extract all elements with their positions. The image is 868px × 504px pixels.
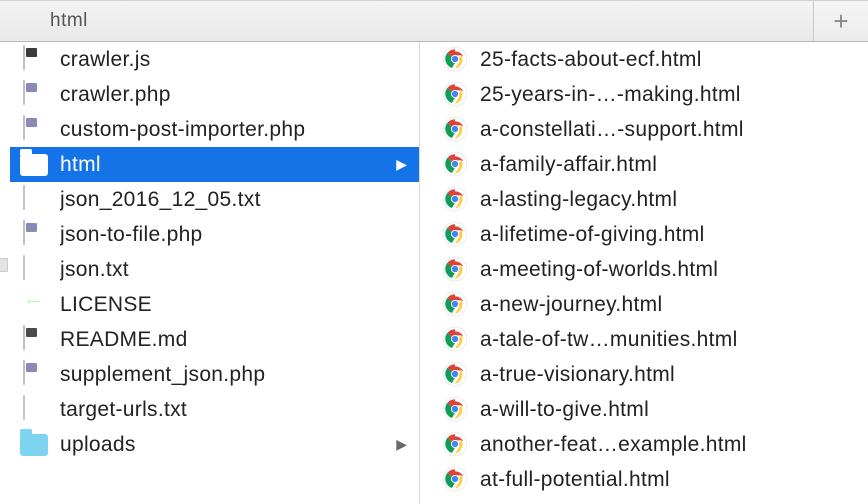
file-label: json.txt: [60, 258, 411, 282]
chrome-html-icon: [440, 291, 468, 319]
file-label: a-true-visionary.html: [480, 363, 860, 387]
file-label: json_2016_12_05.txt: [60, 188, 411, 212]
file-label: 25-facts-about-ecf.html: [480, 48, 860, 72]
file-label: uploads: [60, 433, 384, 457]
txt-file-icon: [20, 186, 48, 214]
title-bar: html +: [0, 0, 868, 42]
file-row[interactable]: a-meeting-of-worlds.html: [420, 252, 868, 287]
file-row[interactable]: supplement_json.php: [0, 357, 419, 392]
chrome-html-icon: [440, 81, 468, 109]
file-row[interactable]: json.txt: [0, 252, 419, 287]
file-row[interactable]: a-lifetime-of-giving.html: [420, 217, 868, 252]
license-file-icon: [20, 291, 48, 319]
chrome-html-icon: [440, 46, 468, 74]
file-label: crawler.js: [60, 48, 411, 72]
file-row[interactable]: crawler.js: [0, 42, 419, 77]
chrome-html-icon: [440, 431, 468, 459]
file-label: a-tale-of-tw…munities.html: [480, 328, 860, 352]
file-label: a-family-affair.html: [480, 153, 860, 177]
file-row[interactable]: a-lasting-legacy.html: [420, 182, 868, 217]
file-label: a-will-to-give.html: [480, 398, 860, 422]
file-row[interactable]: README.md: [0, 322, 419, 357]
php-file-icon: [20, 81, 48, 109]
gutter-mark: [0, 258, 8, 272]
file-row[interactable]: target-urls.txt: [0, 392, 419, 427]
file-row[interactable]: LICENSE: [0, 287, 419, 322]
file-row[interactable]: json_2016_12_05.txt: [0, 182, 419, 217]
window-title: html: [0, 1, 813, 41]
file-row[interactable]: 25-facts-about-ecf.html: [420, 42, 868, 77]
file-row[interactable]: a-new-journey.html: [420, 287, 868, 322]
left-gutter: [0, 42, 10, 504]
column-left[interactable]: crawler.js crawler.php custom-post-importe…: [0, 42, 420, 504]
folder-icon: [20, 431, 48, 459]
chrome-html-icon: [440, 151, 468, 179]
file-row[interactable]: another-feat…example.html: [420, 427, 868, 462]
expand-arrow-icon: ▶: [396, 156, 407, 173]
finder-columns: crawler.js crawler.php custom-post-importe…: [0, 42, 868, 504]
php-file-icon: [20, 116, 48, 144]
file-label: a-new-journey.html: [480, 293, 860, 317]
file-row[interactable]: crawler.php: [0, 77, 419, 112]
php-file-icon: [20, 221, 48, 249]
chrome-html-icon: [440, 326, 468, 354]
column-right[interactable]: 25-facts-about-ecf.html 25-years-in-…-ma…: [420, 42, 868, 504]
file-label: a-constellati…-support.html: [480, 118, 860, 142]
file-row[interactable]: a-family-affair.html: [420, 147, 868, 182]
file-label: crawler.php: [60, 83, 411, 107]
md-file-icon: [20, 326, 48, 354]
file-label: at-full-potential.html: [480, 468, 860, 492]
file-label: 25-years-in-…-making.html: [480, 83, 860, 107]
file-row[interactable]: json-to-file.php: [0, 217, 419, 252]
folder-icon: [20, 151, 48, 179]
chrome-html-icon: [440, 186, 468, 214]
file-label: html: [60, 153, 384, 177]
php-file-icon: [20, 361, 48, 389]
chrome-html-icon: [440, 256, 468, 284]
add-tab-button[interactable]: +: [813, 1, 868, 41]
chrome-html-icon: [440, 221, 468, 249]
file-label: supplement_json.php: [60, 363, 411, 387]
file-row[interactable]: uploads ▶: [0, 427, 419, 462]
file-label: target-urls.txt: [60, 398, 411, 422]
file-label: json-to-file.php: [60, 223, 411, 247]
expand-arrow-icon: ▶: [396, 436, 407, 453]
file-row[interactable]: at-full-potential.html: [420, 462, 868, 497]
file-label: README.md: [60, 328, 411, 352]
file-label: a-lifetime-of-giving.html: [480, 223, 860, 247]
chrome-html-icon: [440, 396, 468, 424]
chrome-html-icon: [440, 361, 468, 389]
file-row[interactable]: a-tale-of-tw…munities.html: [420, 322, 868, 357]
file-row[interactable]: 25-years-in-…-making.html: [420, 77, 868, 112]
chrome-html-icon: [440, 116, 468, 144]
file-label: a-meeting-of-worlds.html: [480, 258, 860, 282]
file-label: a-lasting-legacy.html: [480, 188, 860, 212]
file-row[interactable]: custom-post-importer.php: [0, 112, 419, 147]
chrome-html-icon: [440, 466, 468, 494]
txt-file-icon: [20, 396, 48, 424]
file-row[interactable]: a-true-visionary.html: [420, 357, 868, 392]
file-row[interactable]: html ▶: [0, 147, 419, 182]
file-label: another-feat…example.html: [480, 433, 860, 457]
file-row[interactable]: a-will-to-give.html: [420, 392, 868, 427]
file-label: custom-post-importer.php: [60, 118, 411, 142]
file-row[interactable]: a-constellati…-support.html: [420, 112, 868, 147]
file-label: LICENSE: [60, 293, 411, 317]
js-file-icon: [20, 46, 48, 74]
txt-file-icon: [20, 256, 48, 284]
